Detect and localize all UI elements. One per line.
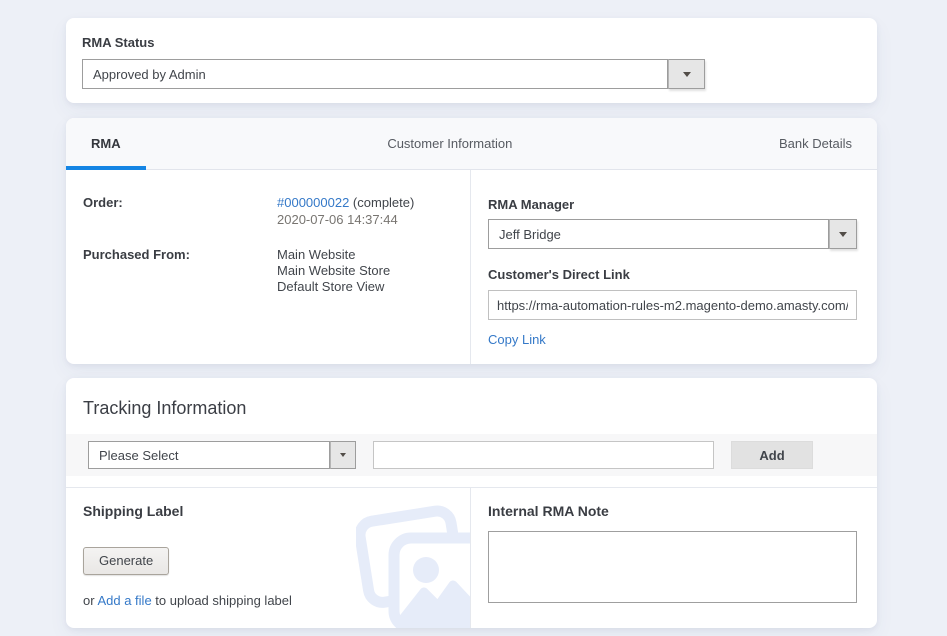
chevron-down-icon (839, 232, 847, 237)
rma-manager-select-value[interactable]: Jeff Bridge (488, 219, 829, 249)
tracking-number-input[interactable] (373, 441, 714, 469)
rma-manager-column: RMA Manager Jeff Bridge Customer's Direc… (470, 170, 877, 364)
purchased-from-value: Main Website Main Website Store Default … (277, 247, 390, 296)
shipping-label-column: Shipping Label Generate or Add a file to… (66, 488, 470, 628)
upload-shipping-label-line: or Add a file to upload shipping label (83, 593, 470, 608)
tracking-form-row: Please Select Add (66, 434, 877, 476)
purchased-from-store-view: Default Store View (277, 279, 390, 294)
tracking-card: Tracking Information Please Select Add S… (66, 378, 877, 628)
internal-note-title: Internal RMA Note (488, 503, 857, 519)
purchased-from-row: Purchased From: Main Website Main Websit… (83, 247, 454, 296)
tab-customer-information-label: Customer Information (387, 136, 512, 151)
direct-link-label: Customer's Direct Link (488, 267, 857, 282)
tab-bar: RMA Customer Information Bank Details (66, 118, 877, 170)
shipping-label-title: Shipping Label (83, 503, 470, 519)
tab-rma-label: RMA (91, 136, 121, 151)
rma-status-select[interactable]: Approved by Admin (82, 59, 705, 89)
tab-bank-details[interactable]: Bank Details (754, 118, 877, 169)
order-info-column: Order: #000000022 (complete) 2020-07-06 … (66, 170, 470, 364)
rma-manager-select[interactable]: Jeff Bridge (488, 219, 857, 249)
order-label: Order: (83, 195, 277, 229)
chevron-down-icon (340, 453, 346, 457)
internal-note-column: Internal RMA Note (470, 488, 877, 628)
tab-customer-information[interactable]: Customer Information (362, 118, 537, 169)
tab-bank-details-label: Bank Details (779, 136, 852, 151)
order-value: #000000022 (complete) 2020-07-06 14:37:4… (277, 195, 414, 229)
image-placeholder-icon (356, 502, 470, 628)
copy-link[interactable]: Copy Link (488, 332, 546, 347)
internal-note-textarea[interactable] (488, 531, 857, 603)
order-date: 2020-07-06 14:37:44 (277, 212, 414, 227)
rma-status-select-arrow-button[interactable] (668, 59, 705, 89)
generate-label-button[interactable]: Generate (83, 547, 169, 575)
rma-detail-page: RMA Status Approved by Admin RMA Custome… (0, 0, 947, 628)
chevron-down-icon (683, 72, 691, 77)
upload-suffix-text: to upload shipping label (152, 593, 292, 608)
order-status-text: (complete) (349, 195, 414, 210)
carrier-select-value[interactable]: Please Select (88, 441, 330, 469)
add-tracking-button[interactable]: Add (731, 441, 813, 469)
order-number-link[interactable]: #000000022 (277, 195, 349, 210)
rma-status-label: RMA Status (82, 35, 861, 50)
rma-tab-content: Order: #000000022 (complete) 2020-07-06 … (66, 170, 877, 364)
carrier-select-arrow-button[interactable] (330, 441, 356, 469)
rma-manager-select-arrow-button[interactable] (829, 219, 857, 249)
purchased-from-website: Main Website (277, 247, 390, 262)
tracking-title: Tracking Information (83, 398, 877, 419)
rma-tabs-card: RMA Customer Information Bank Details Or… (66, 118, 877, 364)
direct-link-input[interactable] (488, 290, 857, 320)
upload-prefix-text: or (83, 593, 97, 608)
purchased-from-label: Purchased From: (83, 247, 277, 296)
rma-status-card: RMA Status Approved by Admin (66, 18, 877, 103)
purchased-from-store: Main Website Store (277, 263, 390, 278)
carrier-select[interactable]: Please Select (88, 441, 356, 469)
add-a-file-link[interactable]: Add a file (97, 593, 151, 608)
rma-status-select-value[interactable]: Approved by Admin (82, 59, 668, 89)
rma-manager-label: RMA Manager (488, 197, 857, 212)
label-and-note-section: Shipping Label Generate or Add a file to… (66, 487, 877, 628)
tab-rma[interactable]: RMA (66, 118, 146, 169)
order-row: Order: #000000022 (complete) 2020-07-06 … (83, 195, 454, 229)
